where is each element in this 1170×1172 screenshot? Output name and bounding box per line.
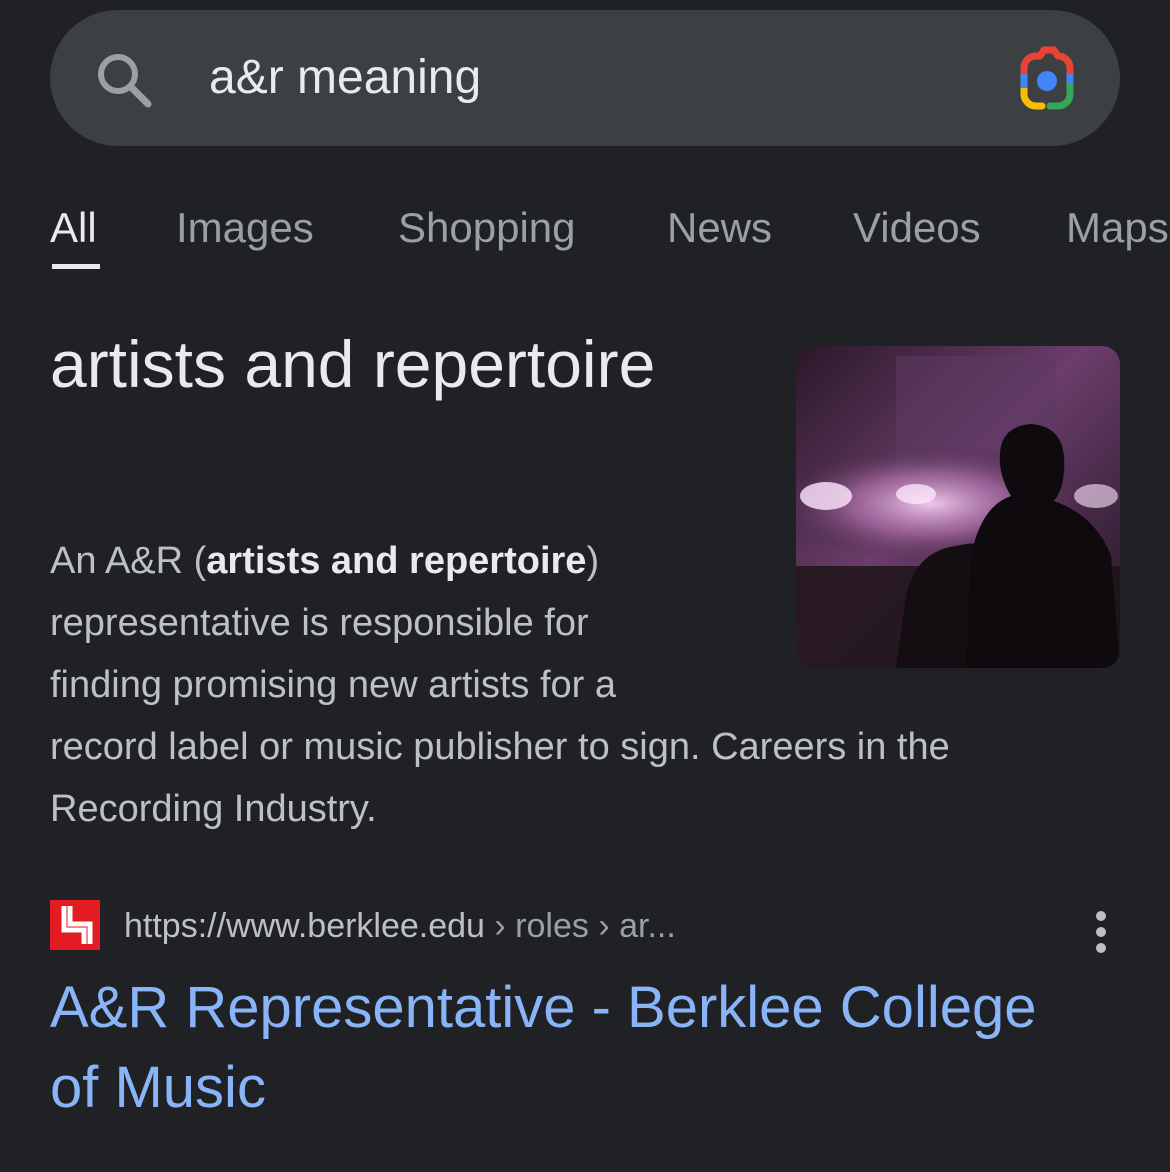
google-lens-icon[interactable] [1010,44,1082,116]
description-line-5: Recording Industry. [50,788,377,830]
tab-all-underline [52,264,100,269]
result-title-line-1: A&R Representative - Berklee College [50,975,1037,1040]
tab-news[interactable]: News [667,204,772,252]
result-title-line-2: of Music [50,1055,266,1120]
description-text: An A&R ( [50,540,207,582]
result-title-link[interactable]: A&R Representative - Berklee College of … [50,968,1130,1128]
tab-videos[interactable]: Videos [853,204,981,252]
tab-all[interactable]: All [50,204,97,252]
search-icon[interactable] [92,48,156,112]
knowledge-panel-title: artists and repertoire [50,327,656,401]
tab-maps[interactable]: Maps [1066,204,1169,252]
description-text: ) [586,540,600,582]
result-url[interactable]: https://www.berklee.edu › roles › ar... [124,904,676,948]
result-url-base: https://www.berklee.edu [124,907,485,945]
tab-images[interactable]: Images [176,204,314,252]
description-line-4: record label or music publisher to sign.… [50,726,950,768]
search-input[interactable]: a&r meaning [209,52,481,104]
search-tabs: All Images Shopping News Videos Maps [0,196,1170,286]
result-url-breadcrumb: › roles › ar... [484,907,676,945]
description-line-2: representative is responsible for [50,602,589,644]
knowledge-panel-description: An A&R (artists and repertoire) represen… [50,530,1130,840]
description-line-1: An A&R (artists and repertoire) [50,530,1130,592]
description-bold-term: artists and repertoire [206,540,587,582]
more-vertical-icon[interactable] [1086,908,1116,958]
description-line-3: finding promising new artists for a [50,664,617,706]
tab-shopping[interactable]: Shopping [398,204,576,252]
berklee-logo-icon[interactable] [50,900,100,950]
